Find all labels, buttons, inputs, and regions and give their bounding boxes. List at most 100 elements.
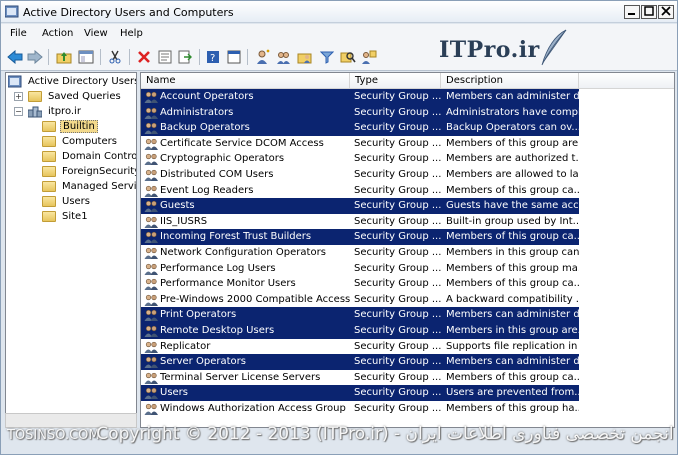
collapse-domain-toggle[interactable]: − (14, 107, 23, 116)
tree-root[interactable]: Active Directory Users a (8, 74, 137, 89)
new-user-icon (257, 49, 270, 64)
table-row[interactable]: Remote Desktop Users Security Group ... Me… (141, 323, 579, 339)
new-group-icon (277, 52, 290, 64)
tree-item-builtin[interactable]: Builtin (42, 119, 98, 134)
up-one-level-button[interactable] (55, 48, 73, 66)
table-row[interactable]: Terminal Server License Servers Security … (141, 370, 579, 386)
security-group-icon (144, 403, 158, 415)
table-row[interactable]: Windows Authorization Access Group Securi… (141, 401, 579, 417)
cell-name: Network Configuration Operators (160, 247, 326, 258)
menu-view[interactable]: View (84, 28, 108, 39)
table-row[interactable]: Replicator Security Group ... Supports fil… (141, 339, 579, 355)
cell-description: Members of this group ma... (446, 262, 579, 274)
tree-item-label: Domain Controll (62, 151, 137, 162)
tree-item-saved-queries[interactable]: Saved Queries (28, 89, 123, 104)
menu-action[interactable]: Action (42, 28, 73, 39)
table-row[interactable]: Administrators Security Group ... Administ… (141, 104, 579, 121)
tree-item-managed-service-accounts[interactable]: Managed Servic (42, 179, 136, 194)
tree-item-site1[interactable]: Site1 (42, 209, 90, 224)
security-group-icon (144, 388, 158, 400)
tree-item-domain[interactable]: itpro.ir (28, 104, 83, 119)
table-row[interactable]: Pre-Windows 2000 Compatible Access Securi… (141, 292, 579, 308)
table-row[interactable]: Certificate Service DCOM Access Security … (141, 136, 579, 152)
table-row[interactable]: Account Operators Security Group ... Membe… (141, 89, 579, 105)
title-bar[interactable]: Active Directory Users and Computers (1, 1, 677, 23)
security-group-icon (144, 341, 158, 353)
minimize-button[interactable] (624, 5, 640, 19)
table-row[interactable]: Print Operators Security Group ... Members… (141, 307, 579, 323)
find-button[interactable] (339, 48, 357, 66)
tree-item-label: ForeignSecurityI (62, 166, 137, 177)
tree-item-computers[interactable]: Computers (42, 134, 119, 149)
forward-icon (27, 50, 43, 64)
cell-description: Members are allowed to la... (446, 169, 579, 180)
tree-item-foreign-security-principals[interactable]: ForeignSecurityI (42, 164, 137, 179)
expand-saved-queries-toggle[interactable]: + (14, 92, 23, 101)
column-header-description[interactable]: Description (441, 73, 579, 89)
menu-help[interactable]: Help (120, 28, 143, 39)
aduc-root-icon (8, 75, 22, 88)
folder-icon (42, 196, 56, 207)
cell-type: Security Group ... (354, 215, 442, 227)
tree-item-domain-controllers[interactable]: Domain Controll (42, 149, 137, 164)
help-button[interactable]: ? (204, 48, 222, 66)
column-header-name[interactable]: Name (141, 73, 350, 89)
table-row[interactable]: Guests Security Group ... Guests have the … (141, 198, 579, 214)
cell-type: Security Group ... (354, 137, 442, 149)
cut-button[interactable] (106, 48, 124, 66)
folder-icon (42, 166, 56, 177)
cell-name: Print Operators (160, 309, 237, 321)
console-button[interactable] (225, 48, 243, 66)
table-row[interactable]: Server Operators Security Group ... Member… (141, 354, 579, 370)
forward-button[interactable] (26, 48, 44, 66)
export-list-button[interactable] (176, 48, 194, 66)
tree-root-label: Active Directory Users a (28, 76, 137, 87)
cell-name: Administrators (160, 106, 234, 118)
menu-bar: File Action View Help (1, 24, 677, 43)
security-group-icon (144, 372, 158, 384)
table-row[interactable]: Users Security Group ... Users are prevent… (141, 385, 579, 401)
cell-description: Members of this group are... (446, 137, 579, 149)
cell-type: Security Group ... (354, 106, 442, 118)
table-row[interactable]: IIS_IUSRS Security Group ... Built-in grou… (141, 214, 579, 230)
tree-item-label: itpro.ir (48, 106, 81, 117)
column-header-type[interactable]: Type (350, 73, 441, 89)
filter-button[interactable] (318, 48, 336, 66)
properties-button[interactable] (156, 48, 174, 66)
delete-button[interactable] (135, 48, 153, 66)
new-group-button[interactable] (275, 48, 293, 66)
show-hide-tree-button[interactable] (77, 48, 95, 66)
back-button[interactable] (6, 48, 24, 66)
security-group-icon (144, 138, 158, 150)
folder-icon (28, 91, 42, 102)
ou-icon (42, 151, 56, 162)
cell-name: Performance Monitor Users (160, 278, 296, 290)
table-row[interactable]: Event Log Readers Security Group ... Membe… (141, 183, 579, 199)
cell-name: Cryptographic Operators (160, 153, 285, 165)
menu-file[interactable]: File (10, 28, 27, 39)
security-group-icon (144, 123, 158, 135)
cell-type: Security Group ... (354, 184, 442, 196)
table-row[interactable]: Network Configuration Operators Security … (141, 245, 579, 261)
table-row[interactable]: Performance Log Users Security Group ... M… (141, 261, 579, 277)
table-row[interactable]: Cryptographic Operators Security Group ..… (141, 151, 579, 167)
new-ou-button[interactable] (296, 48, 314, 66)
list-header: Name Type Description (141, 73, 674, 89)
maximize-button[interactable] (641, 5, 657, 19)
new-ou-icon (297, 53, 312, 64)
cell-type: Security Group ... (354, 371, 442, 383)
table-row[interactable]: Distributed COM Users Security Group ... M… (141, 167, 579, 183)
console-icon (227, 50, 241, 64)
table-row[interactable]: Backup Operators Security Group ... Backup… (141, 120, 579, 136)
table-row[interactable]: Performance Monitor Users Security Group … (141, 276, 579, 292)
table-row[interactable]: Incoming Forest Trust Builders Security G… (141, 229, 579, 245)
folder-icon (42, 136, 56, 147)
close-button[interactable] (658, 5, 674, 19)
add-to-group-button[interactable] (360, 48, 378, 66)
delete-icon (138, 51, 150, 63)
new-user-button[interactable] (254, 48, 272, 66)
cell-name: Backup Operators (160, 122, 250, 134)
folder-icon (42, 121, 56, 132)
export-icon (178, 50, 192, 64)
tree-item-users[interactable]: Users (42, 194, 92, 209)
